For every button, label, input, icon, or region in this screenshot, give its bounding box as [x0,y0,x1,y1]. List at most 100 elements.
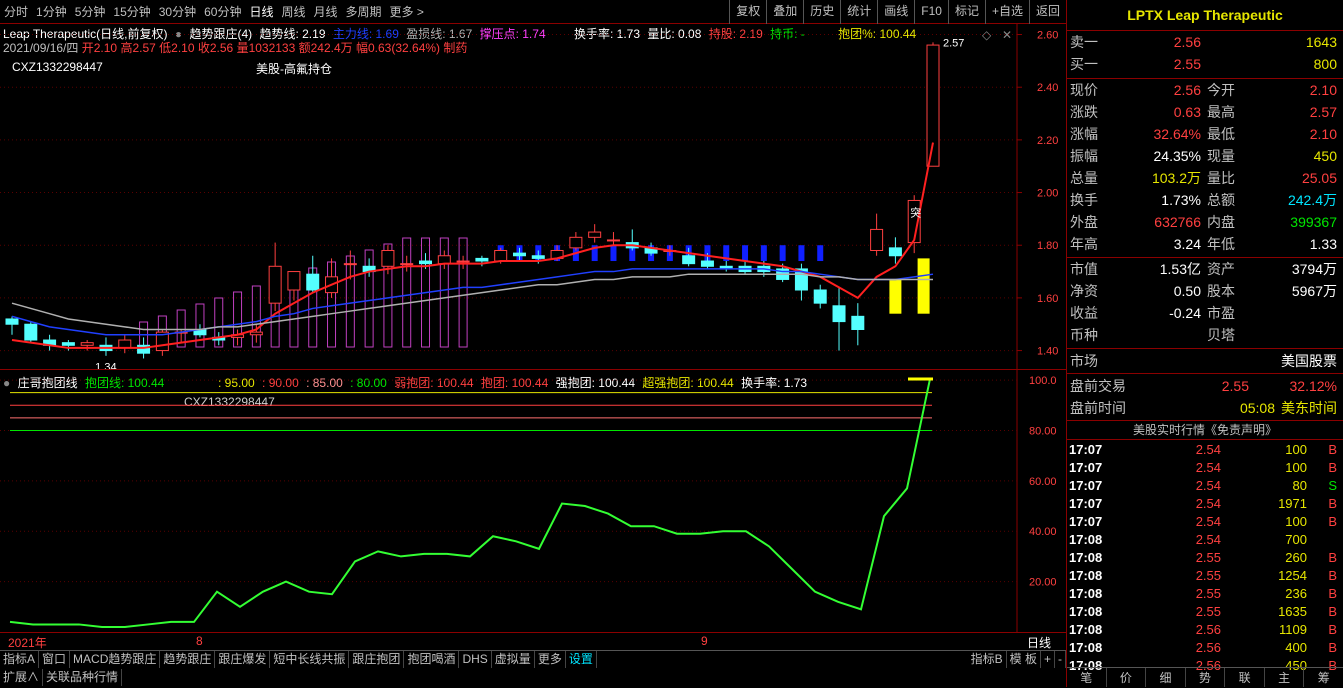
indicator-tab-7[interactable]: 抱团喝酒 [404,651,460,668]
quote-tab-bar: 笔价细势联主筹 [1067,667,1343,687]
quote-tab-6[interactable]: 筹 [1304,668,1343,687]
date-tick: 9 [701,634,708,648]
stat-label: 量比 [1207,170,1235,186]
period-tab-0[interactable]: 分时 [0,0,32,24]
candle-body [343,263,357,266]
tick-volume: 1971 [1278,495,1307,511]
quote-tab-3[interactable]: 势 [1186,668,1226,687]
indicator-tab-4[interactable]: 跟庄爆发 [215,651,271,668]
period-tab-3[interactable]: 15分钟 [109,0,154,24]
toolbar-button-8[interactable]: 返回 [1028,0,1066,24]
indicator-tab-5[interactable]: 短中长线共振 [270,651,350,668]
indicator-tab-0[interactable]: 指标A [0,651,40,668]
candle-body [813,289,827,304]
max-price-label: 2.57 [943,37,964,49]
toolbar-button-5[interactable]: F10 [914,0,948,24]
tick-side: S [1328,477,1337,493]
bottom-right-btn-2[interactable]: + [1041,651,1055,668]
period-tab-10[interactable]: 更多 > [386,0,428,24]
indicator-tab-2[interactable]: MACD趋势跟庄 [70,651,161,668]
tick-volume: 236 [1285,585,1307,601]
stat-value: 632766 [1154,214,1201,230]
period-tab-8[interactable]: 月线 [310,0,342,24]
realtime-title[interactable]: 美股实时行情《免责声明》 [1067,421,1343,439]
stat-label: 现量 [1207,148,1235,164]
tick-price: 2.56 [1195,639,1221,655]
quote-tab-0[interactable]: 笔 [1067,668,1107,687]
candle-body [475,257,489,262]
tick-price: 2.56 [1195,621,1221,637]
extension-bar: 扩展∧ 关联品种行情 [0,668,1066,687]
tick-row: 17:08 2.55 260 B [1067,548,1343,566]
tick-side: B [1328,459,1337,475]
fin-label: 净资 [1070,283,1098,299]
bottom-right-btn-1[interactable]: 模 板 [1007,651,1041,668]
tick-volume: 260 [1285,549,1307,565]
buy1-row[interactable]: 买一 2.55 800 [1067,53,1343,75]
period-tab-2[interactable]: 5分钟 [71,0,110,24]
bottom-right-btn-3[interactable]: - [1055,651,1066,668]
quote-tab-4[interactable]: 联 [1225,668,1265,687]
toolbar-button-0[interactable]: 复权 [729,0,766,24]
indicator-tab-6[interactable]: 跟庄抱团 [349,651,405,668]
fin-value: -0.24 [1169,305,1201,321]
indicator-tab-10[interactable]: 更多 [535,651,566,668]
stat-label: 外盘 [1070,214,1098,230]
quote-tab-5[interactable]: 主 [1265,668,1305,687]
tick-row: 17:07 2.54 80 S [1067,476,1343,494]
quote-tab-2[interactable]: 细 [1146,668,1186,687]
toolbar-button-4[interactable]: 画线 [877,0,914,24]
tick-price: 2.55 [1195,567,1221,583]
candle-body [832,305,846,323]
sub-axis-label: 80.00 [1029,425,1057,437]
fin-label: 资产 [1207,261,1235,277]
price-axis-label: 1.40 [1037,346,1058,358]
indicator-tab-1[interactable]: 窗口 [39,651,71,668]
finance-grid: 市值 1.53亿 资产 3794万 净资 0.50 股本 5967万 收益 -0.24 市盈 币种 贝塔 [1067,258,1343,346]
premarket-time-row: 盘前时间 05:08 美东时间 [1070,400,1337,416]
sell1-row[interactable]: 卖一 2.56 1643 [1067,31,1343,53]
tick-volume: 80 [1292,477,1307,493]
period-toolbar: 分时 1分钟 5分钟 15分钟 30分钟 60分钟 日线 周线 月线 多周期 更多 > 复权 叠加 历史统… [0,0,1066,24]
tick-time: 17:07 [1069,495,1103,511]
stat-label: 年高 [1070,236,1098,252]
tick-time: 17:07 [1069,513,1103,529]
extension-btn-1[interactable]: 关联品种行情 [43,669,123,686]
period-tab-7[interactable]: 周线 [277,0,309,24]
tick-row: 17:07 2.54 100 B [1067,440,1343,458]
indicator-tab-3[interactable]: 趋势跟庄 [160,651,216,668]
toolbar-button-6[interactable]: 标记 [947,0,985,24]
hug-bar [458,237,468,348]
period-tab-6[interactable]: 日线 [245,0,277,24]
period-tab-4[interactable]: 30分钟 [155,0,200,24]
toolbar-button-1[interactable]: 叠加 [766,0,803,24]
stat-value: 1.33 [1309,236,1337,252]
toolbar-button-3[interactable]: 统计 [840,0,877,24]
toolbar-button-2[interactable]: 历史 [803,0,840,24]
period-tag[interactable]: 日线 [1027,634,1051,651]
period-tab-9[interactable]: 多周期 [342,0,386,24]
stat-row: 年高 3.24 年低 1.33 [1067,233,1343,255]
indicator-tab-11[interactable]: 设置 [566,651,597,668]
tick-time: 17:08 [1069,603,1103,619]
trend-bar [798,245,805,262]
period-tab-5[interactable]: 60分钟 [200,0,245,24]
extension-btn-0[interactable]: 扩展∧ [0,669,44,686]
quote-tab-1[interactable]: 价 [1107,668,1147,687]
stat-value: 450 [1313,148,1337,164]
price-axis-label: 1.80 [1037,240,1058,252]
indicator-tab-9[interactable]: 虚拟量 [492,651,535,668]
trend-bar [610,245,617,262]
tick-price: 2.54 [1195,441,1221,457]
fin-label: 市值 [1070,261,1098,277]
bottom-right-btn-0[interactable]: 指标B [968,651,1007,668]
tick-time: 17:08 [1069,531,1103,547]
period-tab-1[interactable]: 1分钟 [32,0,71,24]
indicator-tab-8[interactable]: DHS [459,651,492,668]
sub-axis-label: 100.0 [1029,375,1057,387]
tick-price: 2.55 [1195,603,1221,619]
candle-body [494,249,508,262]
tick-side: B [1328,639,1337,655]
tick-time: 17:08 [1069,639,1103,655]
toolbar-button-7[interactable]: +自选 [984,0,1029,24]
